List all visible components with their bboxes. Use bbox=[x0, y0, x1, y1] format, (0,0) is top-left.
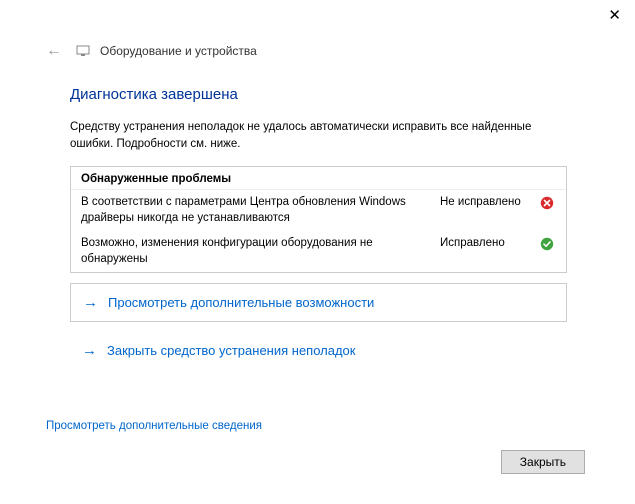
problem-row: В соответствии с параметрами Центра обно… bbox=[71, 190, 566, 231]
page-heading: Диагностика завершена bbox=[70, 86, 567, 103]
problems-box: Обнаруженные проблемы В соответствии с п… bbox=[70, 166, 567, 273]
action-view-more[interactable]: → Просмотреть дополнительные возможности bbox=[70, 283, 567, 322]
action-label: Просмотреть дополнительные возможности bbox=[108, 295, 374, 310]
problems-header: Обнаруженные проблемы bbox=[71, 167, 566, 190]
problem-row: Возможно, изменения конфигурации оборудо… bbox=[71, 231, 566, 272]
action-close-troubleshooter[interactable]: → Закрыть средство устранения неполадок bbox=[70, 332, 567, 369]
problem-text: Возможно, изменения конфигурации оборудо… bbox=[81, 236, 432, 267]
ok-icon bbox=[538, 236, 556, 251]
more-info-link[interactable]: Просмотреть дополнительные сведения bbox=[46, 420, 262, 432]
action-label: Закрыть средство устранения неполадок bbox=[107, 343, 355, 358]
close-icon[interactable]: ✕ bbox=[608, 8, 621, 23]
problem-status: Не исправлено bbox=[440, 195, 530, 208]
titlebar: ✕ bbox=[0, 0, 635, 38]
error-icon bbox=[538, 195, 556, 210]
arrow-right-icon: → bbox=[83, 294, 98, 311]
page-subtext: Средству устранения неполадок не удалось… bbox=[70, 119, 567, 152]
header-title: Оборудование и устройства bbox=[100, 44, 257, 58]
problem-text: В соответствии с параметрами Центра обно… bbox=[81, 195, 432, 226]
close-button[interactable]: Закрыть bbox=[501, 450, 585, 474]
header: ← Оборудование и устройства bbox=[0, 38, 635, 64]
content: Диагностика завершена Средству устранени… bbox=[0, 64, 635, 369]
back-arrow-icon[interactable]: ← bbox=[46, 42, 62, 60]
hardware-icon bbox=[76, 44, 90, 58]
arrow-right-icon: → bbox=[82, 342, 97, 359]
troubleshooter-window: ✕ ← Оборудование и устройства Диагностик… bbox=[0, 0, 635, 504]
footer: Закрыть bbox=[501, 450, 585, 474]
problem-status: Исправлено bbox=[440, 236, 530, 249]
